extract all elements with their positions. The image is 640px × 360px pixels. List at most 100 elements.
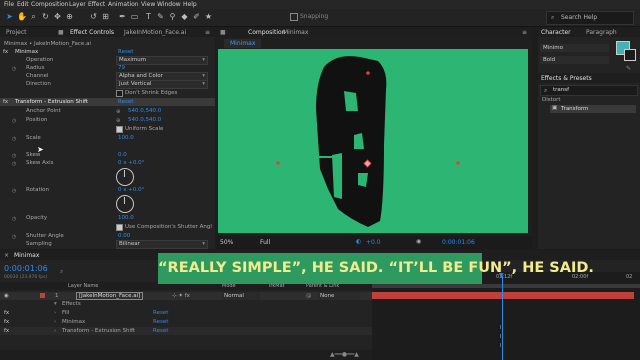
zoom-tool-icon[interactable]: ⌕: [29, 12, 38, 22]
keyframe-icon[interactable]: I: [500, 334, 501, 340]
keyframe-icon[interactable]: I: [500, 325, 501, 331]
layer-parent-dropdown[interactable]: None: [318, 292, 360, 300]
track-area[interactable]: 01:12f 02:00f 02 ▼ I I I: [372, 272, 640, 360]
stopwatch-icon[interactable]: ◷: [12, 187, 16, 195]
dont-shrink-checkbox[interactable]: [116, 90, 123, 97]
effect-reset-link[interactable]: Reset: [153, 309, 168, 317]
use-comp-shutter-checkbox[interactable]: [116, 224, 123, 231]
menu-view[interactable]: View: [141, 1, 155, 8]
tab-paragraph[interactable]: Paragraph: [586, 29, 617, 36]
eraser-tool-icon[interactable]: ◆: [180, 12, 189, 22]
comp-subtab[interactable]: Minimax: [224, 39, 262, 48]
tab-project[interactable]: Project: [6, 29, 27, 36]
exposure-icon[interactable]: ◐: [356, 238, 361, 245]
skew-value[interactable]: 0.0: [118, 151, 127, 159]
skew-axis-dial[interactable]: [116, 168, 134, 186]
tab-composition-name[interactable]: Minimax: [283, 29, 308, 36]
menu-edit[interactable]: Edit: [17, 1, 29, 8]
chevron-down-icon[interactable]: ▾: [54, 300, 57, 308]
layer-switches-icon[interactable]: ⊹ ✦ fx: [172, 292, 190, 300]
radius-value[interactable]: 79: [118, 64, 125, 72]
camera-icon[interactable]: ◉: [416, 238, 421, 245]
chevron-right-icon[interactable]: ›: [54, 309, 56, 317]
type-tool-icon[interactable]: T: [144, 12, 153, 22]
eyedropper-icon[interactable]: ✎: [626, 65, 631, 72]
visibility-eye-icon[interactable]: ◉: [4, 292, 9, 300]
sampling-dropdown[interactable]: Bilinear: [116, 240, 208, 249]
chevron-right-icon[interactable]: ›: [54, 327, 56, 335]
layer-duration-bar[interactable]: [372, 292, 634, 299]
stopwatch-icon[interactable]: ◷: [12, 135, 16, 143]
menu-effect[interactable]: Effect: [88, 1, 105, 8]
puppet-tool-icon[interactable]: ★: [204, 12, 213, 22]
tab-character[interactable]: Character: [541, 29, 571, 36]
panel-menu-icon[interactable]: ≡: [522, 29, 527, 36]
menu-layer[interactable]: Layer: [69, 1, 86, 8]
zoom-dropdown[interactable]: 50%: [220, 239, 233, 246]
tab-effects-presets[interactable]: Effects & Presets: [541, 75, 592, 82]
orbit-tool-icon[interactable]: ↻: [41, 12, 50, 22]
stopwatch-icon[interactable]: ◷: [12, 215, 16, 223]
fx-toggle-icon[interactable]: fx: [4, 309, 9, 317]
minimax-reset-link[interactable]: Reset: [118, 48, 133, 56]
timeline-timecode[interactable]: 0:00:01:06: [4, 264, 48, 273]
lock-icon[interactable]: ■: [58, 29, 64, 36]
tab-timeline-minimax[interactable]: Minimax: [14, 252, 39, 259]
uniform-scale-checkbox[interactable]: [116, 126, 123, 133]
rectangle-tool-icon[interactable]: ▭: [130, 12, 139, 22]
brush-tool-icon[interactable]: ✎: [156, 12, 165, 22]
comp-viewer[interactable]: [218, 49, 528, 233]
effect-reset-link[interactable]: Reset: [153, 318, 168, 326]
lock-icon[interactable]: ■: [220, 29, 226, 36]
playhead[interactable]: [502, 276, 503, 360]
tab-effect-controls-target[interactable]: JakeInMotion_Face.ai: [124, 29, 186, 36]
pan-tool-icon[interactable]: ✥: [53, 12, 62, 22]
rotate-tool-icon[interactable]: ↺: [89, 12, 98, 22]
menu-help[interactable]: Help: [183, 1, 197, 8]
comp-timecode[interactable]: 0:00:01:06: [442, 239, 475, 246]
effect-row-minimax[interactable]: fx › Minimax Reset: [0, 318, 372, 326]
direction-dropdown[interactable]: Just Vertical: [116, 80, 208, 89]
fx-badge-icon[interactable]: fx: [3, 98, 8, 106]
transform-reset-link[interactable]: Reset: [118, 98, 133, 106]
anchor-value[interactable]: 540.0,540.0: [128, 107, 161, 115]
panel-menu-icon[interactable]: ≡: [205, 29, 210, 36]
menu-animation[interactable]: Animation: [108, 1, 139, 8]
zoom-slider-icon[interactable]: ▲━━●━━▲: [330, 351, 359, 358]
chevron-right-icon[interactable]: ›: [54, 318, 56, 326]
stopwatch-icon[interactable]: ◷: [12, 160, 16, 168]
work-area-bar[interactable]: [372, 284, 640, 288]
resolution-dropdown[interactable]: Full: [260, 239, 270, 246]
menu-window[interactable]: Window: [157, 1, 181, 8]
skew-axis-value[interactable]: 0 x +0.0°: [118, 159, 144, 167]
dolly-tool-icon[interactable]: ⊕: [65, 12, 74, 22]
effect-minimax-header[interactable]: fx Minimax Reset: [0, 48, 215, 56]
effect-item-transform[interactable]: ▣ Transform: [550, 105, 636, 113]
effects-group-row[interactable]: ▾ Effects: [0, 300, 372, 308]
effects-search-field[interactable]: ⌕ transf: [540, 85, 638, 96]
search-help-field[interactable]: ⌕ Search Help: [546, 11, 634, 25]
opacity-value[interactable]: 100.0: [118, 214, 134, 222]
layer-row[interactable]: ◉ 1 [JakeInMotion_Face.ai] ⊹ ✦ fx Normal…: [0, 292, 372, 300]
fx-toggle-icon[interactable]: fx: [4, 327, 9, 335]
scale-value[interactable]: 100.0: [118, 134, 134, 142]
layer-mode-dropdown[interactable]: Normal: [222, 292, 260, 300]
effect-transform-header[interactable]: fx Transform - Extrusion Shift Reset: [0, 98, 215, 106]
crosshair-icon[interactable]: ⊕: [116, 117, 121, 125]
effect-reset-link[interactable]: Reset: [153, 327, 168, 335]
rotation-value[interactable]: 0 x +0.0°: [118, 186, 144, 194]
rotation-dial[interactable]: [116, 195, 134, 213]
tab-effect-controls[interactable]: Effect Controls: [70, 29, 114, 36]
selection-tool-icon[interactable]: ➤: [5, 12, 14, 22]
col-layer-name[interactable]: Layer Name: [68, 282, 98, 290]
label-color-swatch[interactable]: [40, 293, 45, 298]
menu-file[interactable]: File: [4, 1, 14, 8]
close-icon[interactable]: ×: [4, 252, 9, 259]
stopwatch-icon[interactable]: ◷: [12, 117, 16, 125]
tab-composition[interactable]: Composition: [248, 29, 285, 36]
clone-stamp-tool-icon[interactable]: ⚲: [168, 12, 177, 22]
stroke-color-swatch[interactable]: [624, 49, 636, 61]
font-style-dropdown[interactable]: Bold: [540, 56, 609, 64]
search-icon[interactable]: ⌕: [60, 268, 63, 276]
crosshair-icon[interactable]: ⊕: [116, 108, 121, 116]
